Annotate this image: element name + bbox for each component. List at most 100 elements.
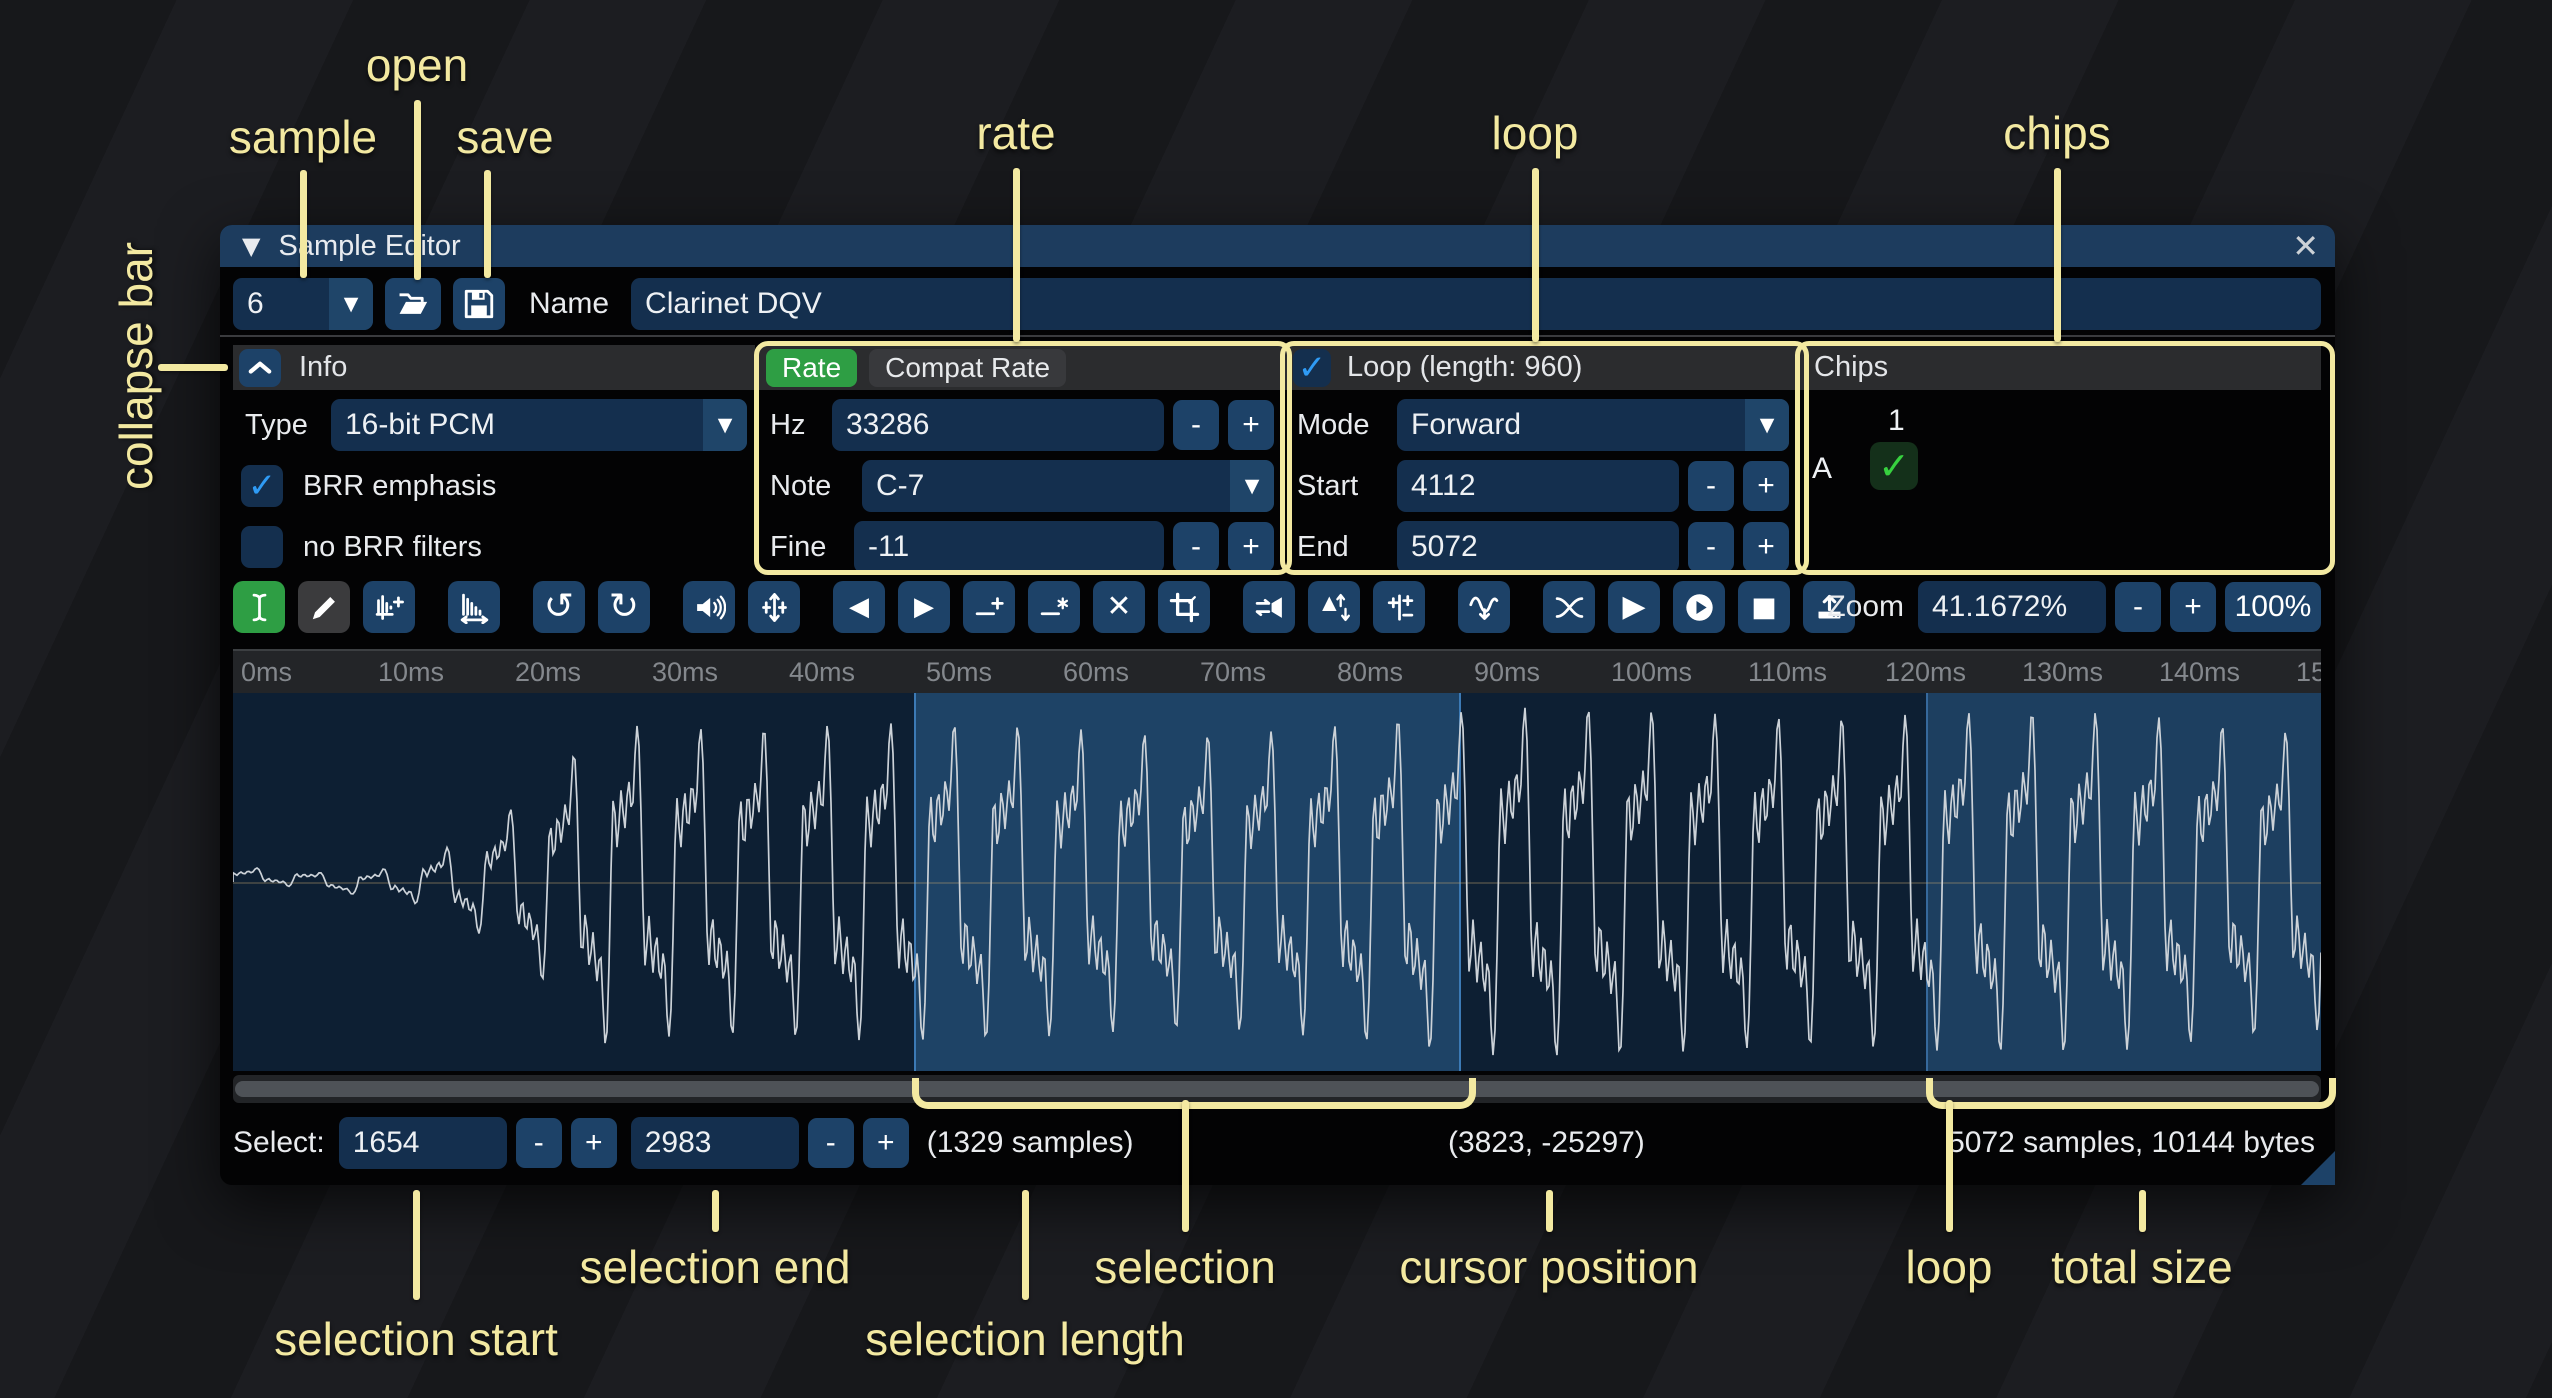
hz-plus-button[interactable]: +	[1228, 400, 1274, 450]
scrollbar-thumb[interactable]	[235, 1081, 2319, 1097]
delete-button[interactable]: ✕	[1093, 581, 1145, 633]
rate-panel: Rate Compat Rate Hz 33286 - + Note C-7 ▼	[758, 345, 1282, 565]
annotation-line-selection-end	[712, 1190, 719, 1232]
signedness-button[interactable]	[1373, 581, 1425, 633]
fine-value: -11	[868, 530, 909, 564]
fine-plus-button[interactable]: +	[1228, 522, 1274, 572]
zoom-minus-button[interactable]: -	[2115, 582, 2161, 632]
resize-grip[interactable]	[2301, 1151, 2335, 1185]
pencil-icon	[308, 591, 341, 624]
annotation-line-cursor-position	[1546, 1190, 1553, 1232]
selection-start-input[interactable]: 1654	[339, 1117, 507, 1169]
loop-checkbox[interactable]: ✓	[1293, 349, 1331, 387]
brr-emphasis-checkbox[interactable]: ✓	[241, 465, 283, 507]
play-note-button[interactable]	[1673, 581, 1725, 633]
edit-mode-select-button[interactable]	[233, 581, 285, 633]
loop-start-plus-button[interactable]: +	[1743, 461, 1789, 511]
selection-end-value: 2983	[645, 1126, 712, 1160]
selection-start-minus-button[interactable]: -	[516, 1118, 562, 1168]
loop-end-minus-button[interactable]: -	[1688, 522, 1734, 572]
loop-start-minus-button[interactable]: -	[1688, 461, 1734, 511]
chip-column-header: 1	[1888, 404, 1905, 438]
insert-silence-button[interactable]	[963, 581, 1015, 633]
sample-toolbar: ↺↻◀▶✕▶■ Zoom 41.1672% - + 100%	[233, 581, 2321, 633]
timeline-tick: 80ms	[1337, 657, 1403, 688]
type-combo[interactable]: 16-bit PCM ▼	[331, 399, 747, 451]
sample-selector[interactable]: 6 ▼	[233, 278, 373, 330]
chevron-down-icon: ▼	[1745, 399, 1789, 451]
timeline-tick: 100ms	[1611, 657, 1692, 688]
hz-input[interactable]: 33286	[832, 399, 1164, 451]
annotation-loop-bottom: loop	[1906, 1240, 1993, 1294]
name-input[interactable]: Clarinet DQV	[631, 278, 2321, 330]
timeline-tick: 30ms	[652, 657, 718, 688]
speaker-icon	[693, 591, 726, 624]
loop-mode-combo[interactable]: Forward ▼	[1397, 399, 1789, 451]
create-silence-button[interactable]	[1028, 581, 1080, 633]
annotation-total-size: total size	[2051, 1240, 2233, 1294]
tab-compat-rate[interactable]: Compat Rate	[869, 349, 1066, 387]
zoom-reset-button[interactable]: 100%	[2225, 582, 2321, 632]
loop-panel: ✓ Loop (length: 960) Mode Forward ▼ Star…	[1285, 345, 1797, 565]
timeline-tick: 150ms	[2296, 657, 2321, 688]
fade-out-button[interactable]: ▶	[898, 581, 950, 633]
wavear-icon	[458, 591, 491, 624]
invert-button[interactable]	[1308, 581, 1360, 633]
fine-minus-button[interactable]: -	[1173, 522, 1219, 572]
stop-button[interactable]: ■	[1738, 581, 1790, 633]
undo-button[interactable]: ↺	[533, 581, 585, 633]
waveform-view[interactable]	[233, 693, 2321, 1071]
resample-button[interactable]	[448, 581, 500, 633]
hz-minus-button[interactable]: -	[1173, 400, 1219, 450]
total-size-text: 5072 samples, 10144 bytes	[1948, 1107, 2315, 1179]
apply-filter-button[interactable]	[1458, 581, 1510, 633]
loop-start-label: Start	[1293, 470, 1397, 503]
timeline-tick: 40ms	[789, 657, 855, 688]
resize-button[interactable]	[363, 581, 415, 633]
chevron-down-icon: ▼	[1230, 460, 1274, 512]
note-combo[interactable]: C-7 ▼	[862, 460, 1274, 512]
close-icon[interactable]: ✕	[2292, 225, 2319, 267]
open-button[interactable]	[385, 278, 441, 330]
fade-in-button[interactable]: ◀	[833, 581, 885, 633]
hz-value: 33286	[846, 408, 929, 442]
loop-end-input[interactable]: 5072	[1397, 521, 1679, 573]
loop-start-input[interactable]: 4112	[1397, 460, 1679, 512]
linep-icon	[973, 591, 1006, 624]
edit-mode-draw-button[interactable]	[298, 581, 350, 633]
reverse-button[interactable]	[1243, 581, 1295, 633]
ibeam-icon	[243, 591, 276, 624]
amplify-button[interactable]	[683, 581, 735, 633]
timeline-tick: 20ms	[515, 657, 581, 688]
selection-end-input[interactable]: 2983	[631, 1117, 799, 1169]
selection-end-plus-button[interactable]: +	[863, 1118, 909, 1168]
xdel-icon: ✕	[1106, 592, 1131, 622]
selection-end-minus-button[interactable]: -	[808, 1118, 854, 1168]
preview-button[interactable]: ▶	[1608, 581, 1660, 633]
chevron-down-icon[interactable]: ▼	[329, 278, 373, 330]
zoom-label: Zoom	[1827, 590, 1904, 624]
zoom-plus-button[interactable]: +	[2170, 582, 2216, 632]
chip-enable-checkbox[interactable]: ✓	[1870, 442, 1918, 490]
page: sample open save rate loop chips collaps…	[0, 0, 2552, 1398]
collapse-bar-button[interactable]	[239, 349, 281, 387]
no-brr-filters-checkbox[interactable]	[241, 526, 283, 568]
normalize-button[interactable]	[748, 581, 800, 633]
trim-button[interactable]	[1158, 581, 1210, 633]
timeline-ruler[interactable]: 0ms10ms20ms30ms40ms50ms60ms70ms80ms90ms1…	[233, 649, 2321, 693]
loop-start-value: 4112	[1411, 469, 1476, 503]
note-label: Note	[766, 470, 862, 503]
crossfade-button[interactable]	[1543, 581, 1595, 633]
save-button[interactable]	[453, 278, 505, 330]
tab-rate[interactable]: Rate	[766, 349, 857, 387]
title-bar[interactable]: ▼ Sample Editor ✕	[220, 225, 2335, 267]
selection-start-plus-button[interactable]: +	[571, 1118, 617, 1168]
timeline-tick: 90ms	[1474, 657, 1540, 688]
loop-end-plus-button[interactable]: +	[1743, 522, 1789, 572]
zoom-input[interactable]: 41.1672%	[1918, 581, 2106, 633]
window-collapse-icon[interactable]: ▼	[242, 232, 260, 260]
annotation-line-collapse-bar	[158, 364, 228, 371]
fine-input[interactable]: -11	[854, 521, 1164, 573]
horizontal-scrollbar[interactable]	[233, 1075, 2321, 1103]
redo-button[interactable]: ↻	[598, 581, 650, 633]
